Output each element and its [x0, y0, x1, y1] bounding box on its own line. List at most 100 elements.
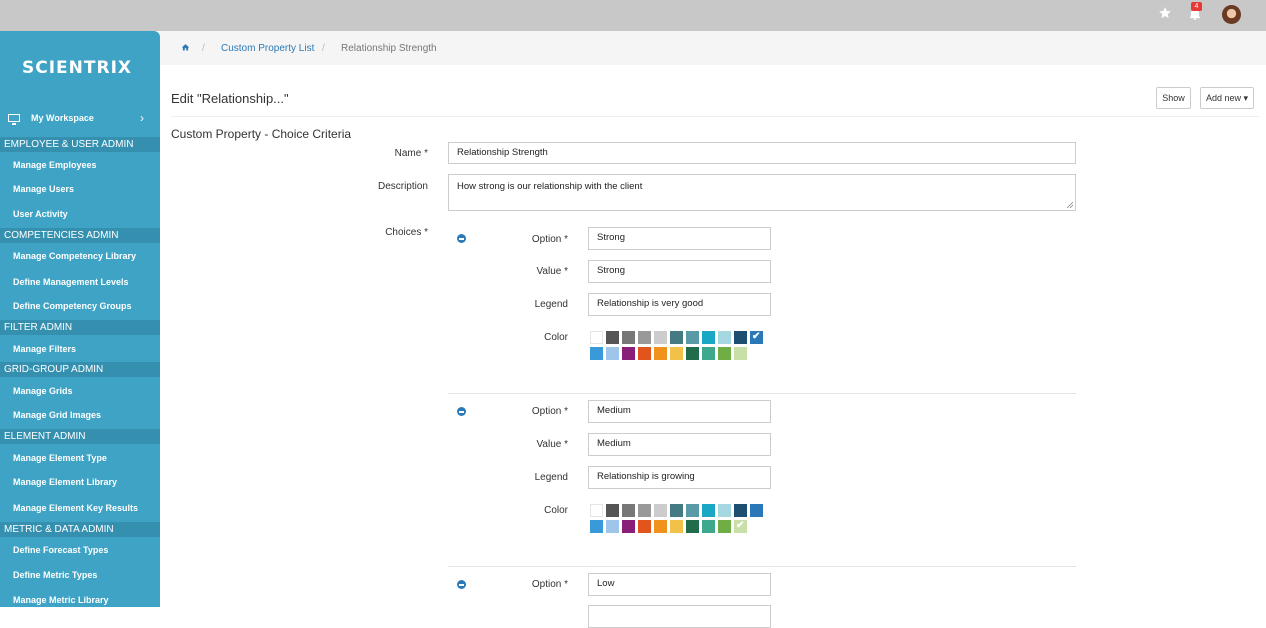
divider	[171, 116, 1259, 117]
description-field[interactable]: How strong is our relationship with the …	[448, 174, 1076, 211]
color-swatch[interactable]	[606, 347, 619, 360]
color-swatch[interactable]	[718, 331, 731, 344]
option-field[interactable]: Low	[588, 573, 771, 596]
check-icon: ✔	[736, 520, 745, 531]
sidebar-item-define-management-levels[interactable]: Define Management Levels	[13, 277, 129, 287]
divider	[448, 393, 1076, 394]
color-swatch[interactable]	[718, 347, 731, 360]
color-swatch[interactable]	[702, 347, 715, 360]
color-swatch[interactable]	[686, 331, 699, 344]
sidebar-item-manage-metric-library[interactable]: Manage Metric Library	[13, 595, 109, 605]
color-swatch[interactable]	[702, 331, 715, 344]
color-swatch[interactable]	[622, 331, 635, 344]
show-button[interactable]: Show	[1156, 87, 1191, 109]
notification-badge: 4	[1191, 2, 1202, 11]
color-swatch[interactable]	[670, 347, 683, 360]
remove-choice-icon[interactable]	[457, 580, 466, 589]
value-field[interactable]: Strong	[588, 260, 771, 283]
sidebar-item-manage-filters[interactable]: Manage Filters	[13, 344, 76, 354]
color-swatch[interactable]	[702, 520, 715, 533]
color-swatch[interactable]	[590, 520, 603, 533]
color-swatch[interactable]	[734, 504, 747, 517]
color-swatch[interactable]	[734, 347, 747, 360]
option-label: Option *	[531, 234, 568, 245]
logo: SCIENTRIX	[22, 58, 133, 78]
sidebar-section-element-admin: ELEMENT ADMIN	[0, 429, 160, 444]
color-swatch[interactable]	[590, 504, 603, 517]
name-field[interactable]: Relationship Strength	[448, 142, 1076, 164]
divider	[448, 566, 1076, 567]
color-swatch[interactable]	[686, 347, 699, 360]
sidebar-item-manage-grid-images[interactable]: Manage Grid Images	[13, 410, 101, 420]
color-swatch[interactable]	[622, 520, 635, 533]
sidebar-item-manage-competency-library[interactable]: Manage Competency Library	[13, 251, 136, 261]
remove-choice-icon[interactable]	[457, 234, 466, 243]
color-swatch[interactable]	[606, 504, 619, 517]
option-field[interactable]: Strong	[588, 227, 771, 250]
legend-label: Legend	[534, 472, 568, 483]
name-label: Name *	[394, 148, 428, 159]
color-swatch[interactable]	[654, 504, 667, 517]
legend-field[interactable]: Relationship is growing	[588, 466, 771, 489]
color-swatch[interactable]	[670, 520, 683, 533]
home-icon[interactable]	[181, 43, 190, 52]
color-swatch[interactable]	[702, 504, 715, 517]
resize-handle-icon[interactable]	[1067, 202, 1073, 208]
option-field[interactable]: Medium	[588, 400, 771, 423]
sidebar-item-my-workspace[interactable]: My Workspace ›	[0, 110, 160, 128]
sidebar-item-manage-employees[interactable]: Manage Employees	[13, 160, 97, 170]
color-swatch[interactable]	[606, 331, 619, 344]
color-swatch[interactable]	[638, 520, 651, 533]
color-swatch[interactable]	[718, 520, 731, 533]
value-field[interactable]	[588, 605, 771, 628]
sidebar-item-manage-element-key-results[interactable]: Manage Element Key Results	[13, 503, 138, 513]
color-swatch[interactable]	[750, 504, 763, 517]
breadcrumb-link-custom-property-list[interactable]: Custom Property List	[221, 43, 314, 54]
color-swatch[interactable]	[654, 331, 667, 344]
color-swatch[interactable]	[638, 347, 651, 360]
sidebar-item-manage-users[interactable]: Manage Users	[13, 184, 74, 194]
sidebar-section-grid-group-admin: GRID-GROUP ADMIN	[0, 362, 160, 377]
color-swatch[interactable]	[638, 504, 651, 517]
color-swatch[interactable]	[590, 347, 603, 360]
option-label: Option *	[531, 406, 568, 417]
color-label: Color	[544, 332, 568, 343]
sidebar: SCIENTRIX My Workspace › EMPLOYEE & USER…	[0, 31, 160, 607]
color-swatch[interactable]	[606, 520, 619, 533]
sidebar-item-define-forecast-types[interactable]: Define Forecast Types	[13, 545, 108, 555]
sidebar-item-manage-grids[interactable]: Manage Grids	[13, 386, 73, 396]
star-icon[interactable]	[1158, 6, 1172, 20]
color-swatch[interactable]	[654, 520, 667, 533]
option-label: Option *	[531, 579, 568, 590]
color-swatch[interactable]	[686, 520, 699, 533]
color-swatch[interactable]	[638, 331, 651, 344]
sidebar-item-manage-element-library[interactable]: Manage Element Library	[13, 477, 117, 487]
sidebar-section-employee-user-admin: EMPLOYEE & USER ADMIN	[0, 137, 160, 152]
sidebar-item-user-activity[interactable]: User Activity	[13, 209, 68, 219]
sidebar-item-define-metric-types[interactable]: Define Metric Types	[13, 570, 97, 580]
color-swatch[interactable]	[654, 347, 667, 360]
remove-choice-icon[interactable]	[457, 407, 466, 416]
avatar[interactable]	[1222, 5, 1241, 24]
check-icon: ✔	[752, 331, 761, 342]
color-swatch[interactable]	[734, 331, 747, 344]
color-swatch[interactable]	[590, 331, 603, 344]
color-swatch[interactable]	[686, 504, 699, 517]
color-swatch[interactable]	[622, 504, 635, 517]
add-new-button[interactable]: Add new ▾	[1200, 87, 1254, 109]
color-swatch[interactable]	[670, 331, 683, 344]
description-label: Description	[377, 181, 428, 192]
color-swatch[interactable]: ✔	[734, 520, 747, 533]
sidebar-item-define-competency-groups[interactable]: Define Competency Groups	[13, 301, 132, 311]
section-title: Custom Property - Choice Criteria	[171, 127, 352, 141]
sidebar-item-manage-element-type[interactable]: Manage Element Type	[13, 453, 107, 463]
color-palette: ✔	[590, 504, 770, 534]
value-field[interactable]: Medium	[588, 433, 771, 456]
legend-field[interactable]: Relationship is very good	[588, 293, 771, 316]
color-swatch[interactable]: ✔	[750, 331, 763, 344]
sidebar-section-metric-data-admin: METRIC & DATA ADMIN	[0, 522, 160, 537]
color-swatch[interactable]	[670, 504, 683, 517]
page-title: Edit "Relationship..."	[171, 91, 289, 106]
color-swatch[interactable]	[622, 347, 635, 360]
color-swatch[interactable]	[718, 504, 731, 517]
